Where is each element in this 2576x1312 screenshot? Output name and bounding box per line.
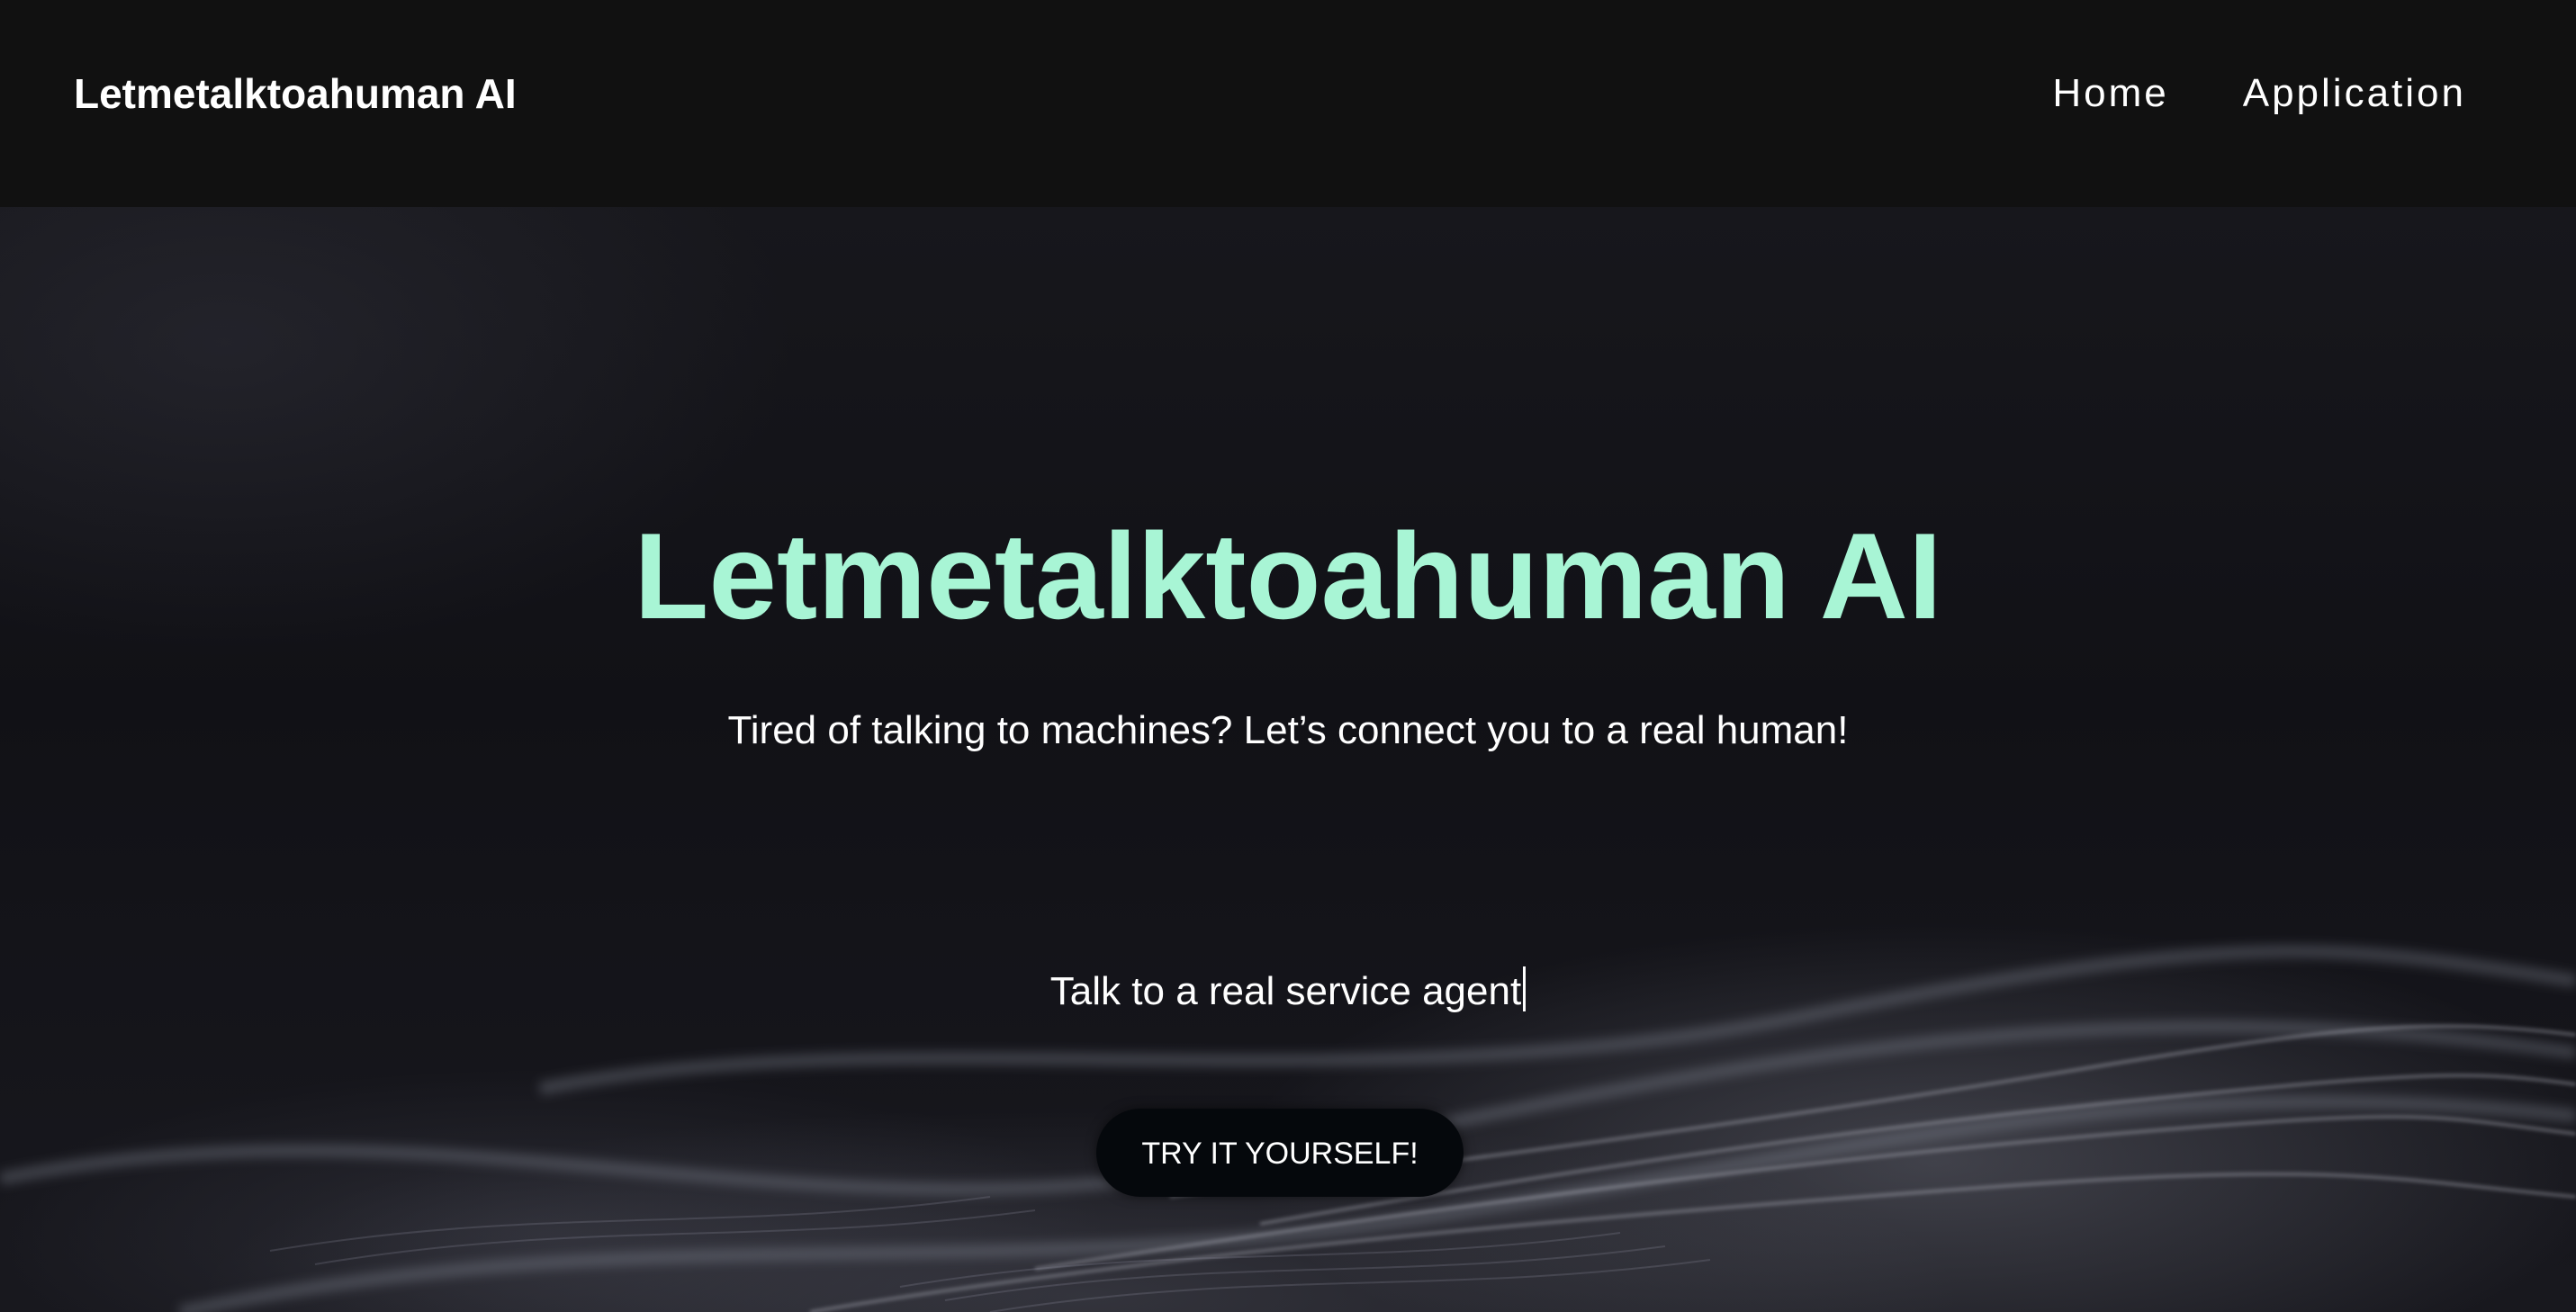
hero-section: Letmetalktoahuman AI Tired of talking to…	[0, 207, 2576, 1312]
nav-link-application[interactable]: Application	[2243, 65, 2466, 122]
hero-title: Letmetalktoahuman AI	[634, 508, 1942, 644]
landing-page: Letmetalktoahuman AI Home Application Le…	[0, 0, 2576, 1312]
brand-logo-text[interactable]: Letmetalktoahuman AI	[74, 65, 517, 122]
try-it-yourself-button[interactable]: TRY IT YOURSELF!	[1096, 1109, 1464, 1197]
nav-link-home[interactable]: Home	[2052, 65, 2168, 122]
typed-text-line: Talk to a real service agent	[0, 965, 2576, 1019]
top-navbar: Letmetalktoahuman AI Home Application	[0, 0, 2576, 207]
text-cursor	[1523, 966, 1527, 1011]
hero-subtitle: Tired of talking to machines? Let’s conn…	[727, 708, 1849, 752]
nav-links: Home Application	[2052, 65, 2466, 122]
typed-text: Talk to a real service agent	[1049, 969, 1522, 1013]
